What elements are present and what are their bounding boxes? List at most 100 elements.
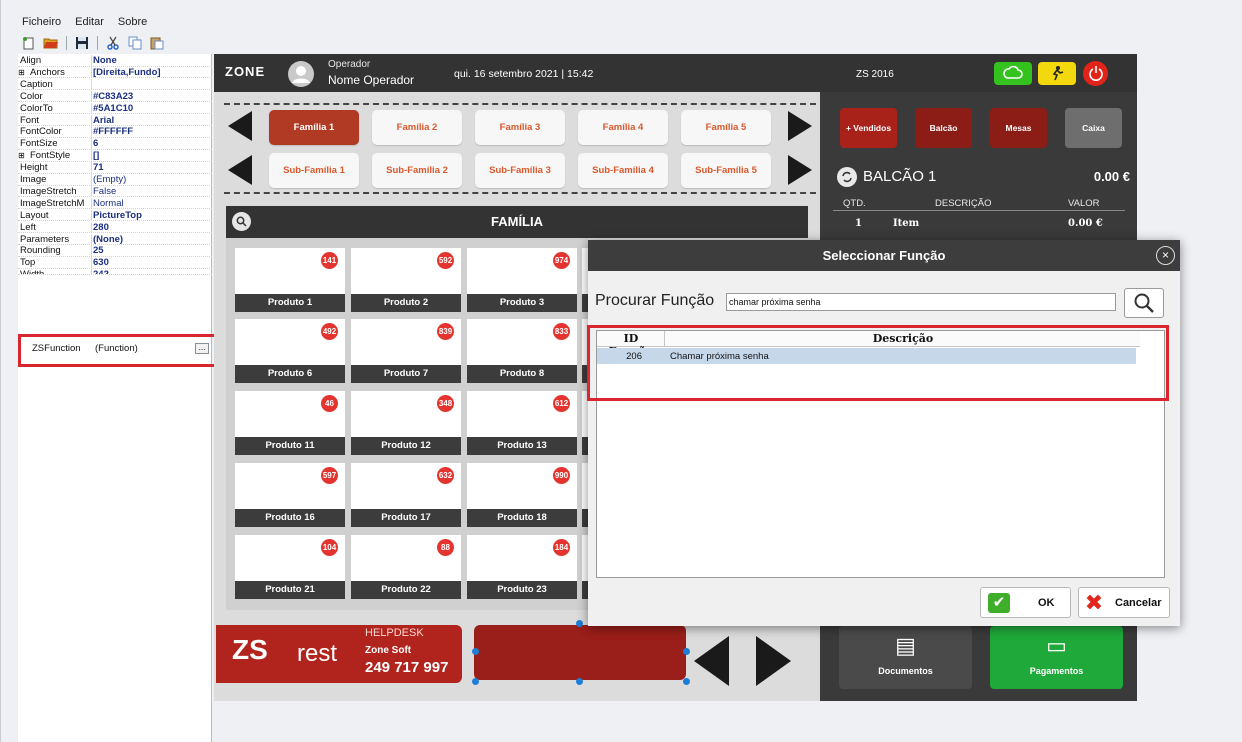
- paste-icon[interactable]: [148, 35, 166, 51]
- resize-handle[interactable]: [683, 648, 690, 655]
- ticket-mode-button[interactable]: Balcão: [915, 108, 972, 148]
- ticket-mode-button[interactable]: + Vendidos: [840, 108, 897, 148]
- subfamily-button[interactable]: Sub-Família 5: [681, 153, 771, 188]
- property-value[interactable]: #5A1C10: [93, 103, 211, 115]
- product-tile[interactable]: 46 Produto 11: [235, 391, 345, 455]
- product-tile[interactable]: 184 Produto 23: [467, 535, 577, 599]
- cancel-button[interactable]: ✖ Cancelar: [1078, 587, 1170, 618]
- property-value[interactable]: 242: [93, 269, 211, 274]
- selected-custom-button[interactable]: [474, 625, 686, 680]
- product-tile[interactable]: 597 Produto 16: [235, 463, 345, 527]
- property-value[interactable]: (None): [93, 234, 211, 246]
- property-value[interactable]: 25: [93, 245, 211, 257]
- property-row[interactable]: Align None: [18, 55, 212, 67]
- menu-ficheiro[interactable]: Ficheiro: [20, 16, 63, 32]
- swap-icon[interactable]: [837, 167, 857, 187]
- product-tile[interactable]: 974 Produto 3: [467, 248, 577, 312]
- product-tile[interactable]: 104 Produto 21: [235, 535, 345, 599]
- subfamily-prev-arrow-icon[interactable]: [228, 155, 252, 185]
- property-value[interactable]: False: [93, 186, 211, 198]
- subfamily-button[interactable]: Sub-Família 4: [578, 153, 668, 188]
- subfamily-button[interactable]: Sub-Família 3: [475, 153, 565, 188]
- property-row[interactable]: Left 280: [18, 221, 212, 234]
- family-prev-arrow-icon[interactable]: [228, 111, 252, 141]
- menu-sobre[interactable]: Sobre: [116, 16, 149, 32]
- cut-icon[interactable]: [104, 35, 122, 51]
- family-button[interactable]: Família 5: [681, 110, 771, 145]
- ok-button[interactable]: ✔ OK: [980, 587, 1071, 618]
- product-tile[interactable]: 833 Produto 8: [467, 319, 577, 383]
- property-value[interactable]: #FFFFFF: [93, 126, 211, 138]
- property-row[interactable]: Layout PictureTop: [18, 209, 212, 222]
- property-row[interactable]: ImageStretch False: [18, 185, 212, 198]
- resize-handle[interactable]: [472, 648, 479, 655]
- property-row[interactable]: ImageStretchM Normal: [18, 197, 212, 210]
- copy-icon[interactable]: [126, 35, 144, 51]
- resize-handle[interactable]: [472, 678, 479, 685]
- subfamily-button[interactable]: Sub-Família 2: [372, 153, 462, 188]
- power-button[interactable]: [1083, 61, 1108, 86]
- property-value[interactable]: Arial: [93, 115, 211, 127]
- menu-editar[interactable]: Editar: [73, 16, 106, 32]
- documents-button[interactable]: ▤ Documentos: [839, 626, 972, 689]
- search-icon[interactable]: [232, 212, 251, 231]
- cloud-button[interactable]: [994, 62, 1032, 85]
- save-icon[interactable]: [73, 35, 91, 51]
- property-row[interactable]: Height 71: [18, 162, 212, 174]
- property-value[interactable]: 71: [93, 162, 211, 174]
- property-value[interactable]: #C83A23: [93, 91, 211, 103]
- property-value[interactable]: Normal: [93, 198, 211, 210]
- property-value[interactable]: []: [93, 150, 211, 162]
- resize-handle[interactable]: [576, 678, 583, 685]
- property-row[interactable]: Top 630: [18, 257, 212, 269]
- product-tile[interactable]: 990 Produto 18: [467, 463, 577, 527]
- property-row[interactable]: FontSize 6: [18, 138, 212, 150]
- property-row[interactable]: ⊞ Anchors [Direita,Fundo]: [18, 66, 212, 79]
- function-search-input[interactable]: [726, 293, 1116, 311]
- property-value[interactable]: None: [93, 55, 211, 67]
- property-value[interactable]: (Empty): [93, 174, 211, 186]
- property-row[interactable]: ColorTo #5A1C10: [18, 102, 212, 115]
- search-button[interactable]: [1124, 288, 1164, 318]
- ticket-mode-button[interactable]: Caixa: [1065, 108, 1122, 148]
- property-row[interactable]: FontColor #FFFFFF: [18, 126, 212, 138]
- family-next-arrow-icon[interactable]: [788, 111, 812, 141]
- property-value[interactable]: 6: [93, 138, 211, 150]
- resize-handle[interactable]: [683, 678, 690, 685]
- product-tile[interactable]: 839 Produto 7: [351, 319, 461, 383]
- product-tile[interactable]: 141 Produto 1: [235, 248, 345, 312]
- page-next-arrow-icon[interactable]: [756, 636, 791, 686]
- property-value[interactable]: 280: [93, 222, 211, 234]
- product-tile[interactable]: 632 Produto 17: [351, 463, 461, 527]
- payments-button[interactable]: ▭ Pagamentos: [990, 626, 1123, 689]
- product-tile[interactable]: 612 Produto 13: [467, 391, 577, 455]
- property-row[interactable]: Image (Empty): [18, 174, 212, 186]
- new-file-icon[interactable]: [20, 35, 38, 51]
- property-row[interactable]: ⊞ FontStyle[]: [18, 150, 212, 162]
- subfamily-next-arrow-icon[interactable]: [788, 155, 812, 185]
- close-icon[interactable]: ×: [1156, 246, 1175, 265]
- property-row[interactable]: Width 242: [18, 269, 212, 276]
- resize-handle[interactable]: [576, 620, 583, 627]
- product-tile[interactable]: 348 Produto 12: [351, 391, 461, 455]
- family-button[interactable]: Família 3: [475, 110, 565, 145]
- family-button[interactable]: Família 4: [578, 110, 668, 145]
- property-row[interactable]: Color #C83A23: [18, 90, 212, 103]
- family-button[interactable]: Família 2: [372, 110, 462, 145]
- property-value[interactable]: 630: [93, 257, 211, 269]
- product-tile[interactable]: 592 Produto 2: [351, 248, 461, 312]
- ticket-mode-button[interactable]: Mesas: [990, 108, 1047, 148]
- product-tile[interactable]: 492 Produto 6: [235, 319, 345, 383]
- property-row[interactable]: Parameters (None): [18, 233, 212, 246]
- exit-button[interactable]: [1038, 62, 1076, 85]
- page-prev-arrow-icon[interactable]: [694, 636, 729, 686]
- property-value[interactable]: PictureTop: [93, 210, 211, 222]
- property-value[interactable]: [Direita,Fundo]: [93, 67, 211, 79]
- property-row[interactable]: Font Arial: [18, 114, 212, 127]
- subfamily-button[interactable]: Sub-Família 1: [269, 153, 359, 188]
- family-button[interactable]: Família 1: [269, 110, 359, 145]
- open-folder-icon[interactable]: [42, 35, 60, 51]
- product-tile[interactable]: 88 Produto 22: [351, 535, 461, 599]
- property-row[interactable]: Caption: [18, 78, 212, 91]
- property-row[interactable]: Rounding 25: [18, 245, 212, 257]
